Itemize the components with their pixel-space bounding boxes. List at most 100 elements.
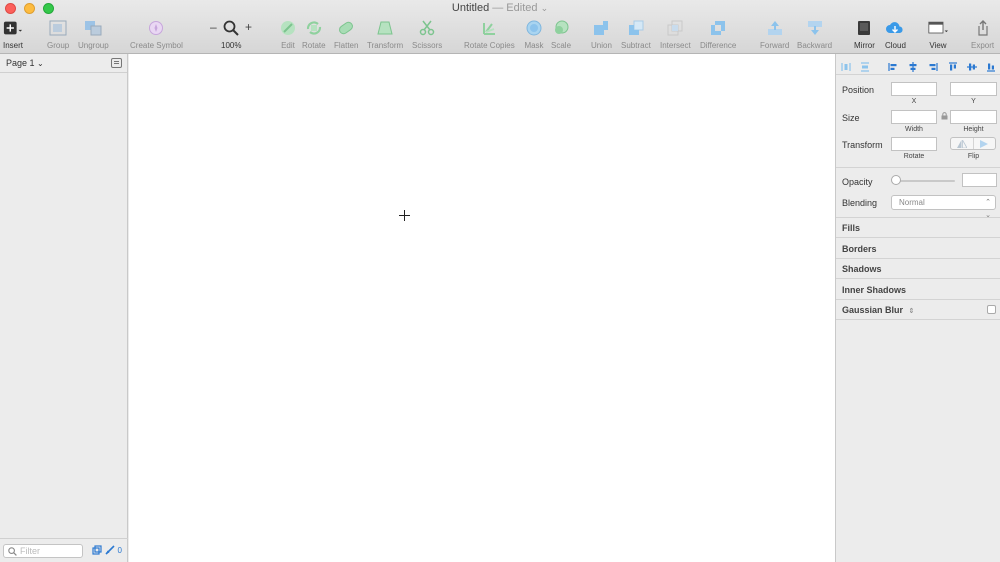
page-selector[interactable]: Page 1 ⌄ — [0, 54, 127, 73]
rotate-copies-button[interactable]: Rotate Copies — [464, 18, 515, 52]
align-right-icon[interactable] — [928, 59, 938, 71]
zoom-in-button[interactable]: + — [245, 20, 252, 34]
zoom-button[interactable]: 100% — [221, 18, 241, 52]
intersect-icon — [665, 18, 685, 38]
align-left-icon[interactable] — [888, 59, 898, 71]
canvas[interactable] — [129, 54, 835, 562]
opacity-slider-handle[interactable] — [891, 175, 901, 185]
toggle-pages-icon[interactable] — [111, 58, 122, 68]
align-bottom-icon[interactable] — [986, 59, 996, 72]
chevron-down-icon: ⌄ — [37, 59, 44, 68]
chevron-down-icon: ⌄ — [540, 3, 549, 13]
shadows-section[interactable]: Shadows — [836, 259, 1000, 279]
backward-button[interactable]: Backward — [797, 18, 832, 52]
difference-button[interactable]: Difference — [700, 18, 736, 52]
inner-shadows-section[interactable]: Inner Shadows — [836, 280, 1000, 300]
size-label: Size — [842, 113, 860, 123]
scale-icon — [551, 18, 571, 38]
mirror-button[interactable]: Mirror — [854, 18, 875, 52]
layers-panel: Page 1 ⌄ Filter 0 — [0, 54, 128, 562]
inspector-panel: Position X Y Size Width Height Transform… — [835, 54, 1000, 562]
intersect-button[interactable]: Intersect — [660, 18, 691, 52]
zoom-icon — [221, 18, 241, 38]
subtract-button[interactable]: Subtract — [621, 18, 651, 52]
filter-input[interactable]: Filter — [3, 544, 83, 558]
blending-value: Normal — [899, 198, 925, 207]
align-center-icon[interactable] — [908, 59, 918, 72]
gaussian-blur-checkbox[interactable] — [987, 305, 996, 314]
align-middle-icon[interactable] — [967, 59, 977, 71]
align-top-icon[interactable] — [948, 59, 958, 71]
divider — [836, 167, 1000, 168]
symbols-filter-icon[interactable] — [91, 545, 102, 555]
gaussian-blur-section[interactable]: Gaussian Blur ⇕ — [836, 300, 1000, 320]
position-label: Position — [842, 85, 875, 95]
create-symbol-button[interactable]: Create Symbol — [130, 18, 183, 52]
edit-button[interactable]: Edit — [278, 18, 298, 52]
distribute-vertical-icon[interactable] — [860, 59, 870, 72]
height-input[interactable] — [950, 110, 997, 124]
shadows-label: Shadows — [842, 264, 882, 274]
view-button[interactable]: View — [928, 18, 948, 52]
zoom-out-button[interactable]: – — [210, 20, 217, 34]
transform-label: Transform — [842, 140, 883, 150]
opacity-input[interactable] — [962, 173, 997, 187]
flatten-button[interactable]: Flatten — [334, 18, 358, 52]
distribute-horizontal-icon[interactable] — [841, 59, 851, 71]
position-x-input[interactable] — [891, 82, 937, 96]
search-icon — [8, 547, 17, 556]
opacity-slider-track[interactable] — [893, 180, 955, 182]
borders-label: Borders — [842, 244, 877, 254]
app-window: Untitled — Edited ⌄ Insert Group Ungroup — [0, 0, 1000, 562]
flip-horizontal-button[interactable] — [951, 138, 974, 149]
symbol-icon — [146, 18, 166, 38]
insert-button[interactable]: Insert — [3, 18, 23, 52]
y-label: Y — [971, 98, 976, 105]
union-icon — [591, 18, 611, 38]
view-icon — [928, 18, 948, 38]
flip-control — [950, 137, 996, 150]
flatten-icon — [336, 18, 356, 38]
union-button[interactable]: Union — [591, 18, 612, 52]
filter-placeholder: Filter — [20, 546, 40, 556]
document-status: — Edited — [492, 2, 538, 14]
forward-button[interactable]: Forward — [760, 18, 789, 52]
rotate-input[interactable] — [891, 137, 937, 151]
width-input[interactable] — [891, 110, 937, 124]
scissors-button[interactable]: Scissors — [412, 18, 442, 52]
layer-list — [0, 73, 128, 538]
flip-vertical-icon — [980, 139, 989, 148]
document-name: Untitled — [451, 2, 490, 14]
mask-button[interactable]: Mask — [524, 18, 544, 52]
fills-section[interactable]: Fills — [836, 218, 1000, 238]
scale-button[interactable]: Scale — [551, 18, 571, 52]
blending-label: Blending — [842, 198, 878, 208]
edit-icon — [278, 18, 298, 38]
lock-icon[interactable] — [941, 112, 948, 120]
cloud-button[interactable]: Cloud — [885, 18, 906, 52]
flip-vertical-button[interactable] — [974, 138, 996, 149]
group-button[interactable]: Group — [47, 18, 69, 52]
subtract-icon — [626, 18, 646, 38]
window-title[interactable]: Untitled — Edited ⌄ — [0, 2, 1000, 14]
layer-count: 0 — [117, 545, 122, 555]
width-label: Width — [905, 126, 923, 133]
ungroup-button[interactable]: Ungroup — [78, 18, 109, 52]
borders-section[interactable]: Borders — [836, 239, 1000, 259]
difference-icon — [708, 18, 728, 38]
rotate-icon — [304, 18, 324, 38]
transform-button[interactable]: Transform — [367, 18, 403, 52]
position-y-input[interactable] — [950, 82, 997, 96]
ungroup-icon — [83, 18, 103, 38]
export-icon — [973, 18, 993, 38]
mirror-icon — [854, 18, 874, 38]
toolbar: Untitled — Edited ⌄ Insert Group Ungroup — [0, 0, 1000, 54]
rotate-button[interactable]: Rotate — [302, 18, 326, 52]
opacity-label: Opacity — [842, 177, 873, 187]
alignment-bar — [836, 54, 1000, 75]
slices-filter-icon[interactable] — [104, 545, 115, 555]
export-button[interactable]: Export — [971, 18, 994, 52]
height-label: Height — [963, 126, 984, 133]
blending-select[interactable]: Normal ⌃ ⌄ — [891, 195, 996, 219]
blur-type-selector-icon[interactable]: ⇕ — [909, 308, 915, 315]
